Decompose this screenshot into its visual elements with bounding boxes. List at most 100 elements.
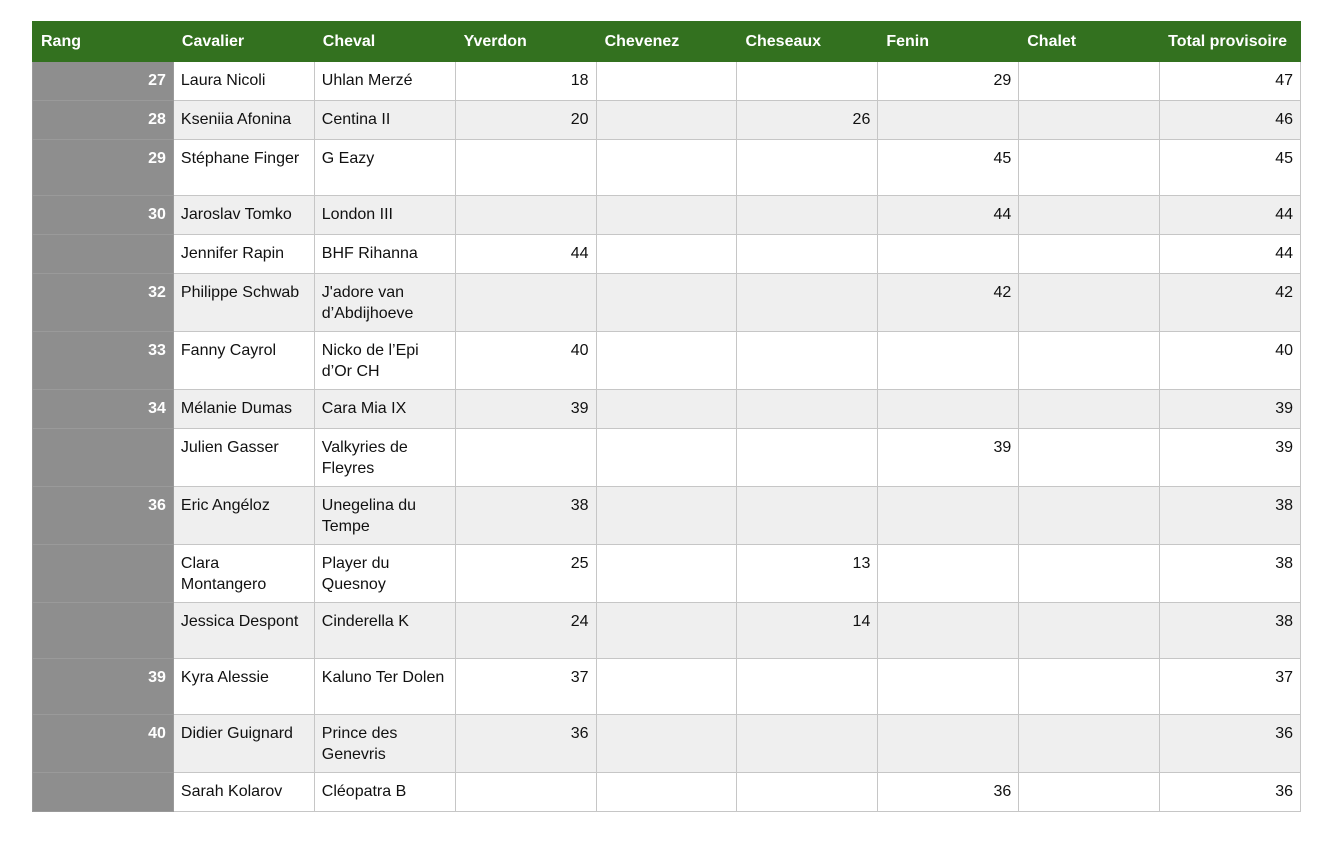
chalet-score-cell — [1018, 486, 1161, 545]
table-row: 40 Didier Guignard Prince des Genevris 36 36 — [32, 714, 1302, 773]
yverdon-score-cell — [454, 428, 597, 487]
chevenez-score-cell — [595, 772, 738, 812]
chalet-score-cell — [1018, 331, 1161, 390]
table-row: 28 Kseniia Afonina Centina II 20 26 46 — [32, 100, 1302, 140]
total-score-cell: 39 — [1159, 389, 1302, 429]
cheseaux-score-cell: 14 — [736, 602, 879, 659]
chevenez-score-cell — [595, 61, 738, 101]
header-cheval: Cheval — [313, 21, 456, 62]
cheseaux-score-cell — [736, 61, 879, 101]
chevenez-score-cell — [595, 100, 738, 140]
total-score-cell: 44 — [1159, 234, 1302, 274]
table-body: 27 Laura Nicoli Uhlan Merzé 18 29 47 28 Kseniia… — [32, 61, 1302, 812]
yverdon-score-cell — [454, 139, 597, 196]
chevenez-score-cell — [595, 544, 738, 603]
table-row: 39 Kyra Alessie Kaluno Ter Dolen 37 37 — [32, 658, 1302, 715]
table-row: Jessica Despont Cinderella K 24 14 38 — [32, 602, 1302, 659]
cheseaux-score-cell — [736, 234, 879, 274]
fenin-score-cell — [877, 602, 1020, 659]
table-row: 34 Mélanie Dumas Cara Mia IX 39 39 — [32, 389, 1302, 429]
fenin-score-cell — [877, 100, 1020, 140]
horse-cell: Valkyries de Fleyres — [313, 428, 456, 487]
chalet-score-cell — [1018, 234, 1161, 274]
cheseaux-score-cell — [736, 331, 879, 390]
rang-cell: 34 — [32, 389, 174, 429]
horse-cell: Uhlan Merzé — [313, 61, 456, 101]
total-score-cell: 38 — [1159, 486, 1302, 545]
rang-cell — [32, 428, 174, 487]
rang-cell: 30 — [32, 195, 174, 235]
total-score-cell: 36 — [1159, 772, 1302, 812]
total-score-cell: 37 — [1159, 658, 1302, 715]
chalet-score-cell — [1018, 61, 1161, 101]
total-score-cell: 39 — [1159, 428, 1302, 487]
rang-cell — [32, 602, 174, 659]
rider-cell: Mélanie Dumas — [172, 389, 315, 429]
chalet-score-cell — [1018, 772, 1161, 812]
horse-cell: London III — [313, 195, 456, 235]
chalet-score-cell — [1018, 273, 1161, 332]
rang-cell: 32 — [32, 273, 174, 332]
cheseaux-score-cell — [736, 658, 879, 715]
chalet-score-cell — [1018, 714, 1161, 773]
horse-cell: Centina II — [313, 100, 456, 140]
rider-cell: Kyra Alessie — [172, 658, 315, 715]
rider-cell: Kseniia Afonina — [172, 100, 315, 140]
total-score-cell: 40 — [1159, 331, 1302, 390]
horse-cell: Player du Quesnoy — [313, 544, 456, 603]
table-row: Clara Montangero Player du Quesnoy 25 13 38 — [32, 544, 1302, 603]
yverdon-score-cell — [454, 273, 597, 332]
rider-cell: Fanny Cayrol — [172, 331, 315, 390]
rider-cell: Jessica Despont — [172, 602, 315, 659]
cheseaux-score-cell — [736, 139, 879, 196]
table-header: Rang Cavalier Cheval Yverdon Chevenez Ch… — [32, 21, 1302, 62]
header-cavalier: Cavalier — [172, 21, 315, 62]
fenin-score-cell: 42 — [877, 273, 1020, 332]
fenin-score-cell: 45 — [877, 139, 1020, 196]
horse-cell: BHF Rihanna — [313, 234, 456, 274]
chalet-score-cell — [1018, 428, 1161, 487]
rider-cell: Jennifer Rapin — [172, 234, 315, 274]
rang-cell — [32, 772, 174, 812]
rider-cell: Eric Angéloz — [172, 486, 315, 545]
table-row: 36 Eric Angéloz Unegelina du Tempe 38 38 — [32, 486, 1302, 545]
table-row: 29 Stéphane Finger G Eazy 45 45 — [32, 139, 1302, 196]
horse-cell: Cara Mia IX — [313, 389, 456, 429]
chevenez-score-cell — [595, 195, 738, 235]
rang-cell: 29 — [32, 139, 174, 196]
header-cheseaux: Cheseaux — [736, 21, 879, 62]
total-score-cell: 45 — [1159, 139, 1302, 196]
yverdon-score-cell: 20 — [454, 100, 597, 140]
rang-cell: 27 — [32, 61, 174, 101]
cheseaux-score-cell — [736, 772, 879, 812]
fenin-score-cell: 29 — [877, 61, 1020, 101]
horse-cell: Cléopatra B — [313, 772, 456, 812]
cheseaux-score-cell — [736, 273, 879, 332]
table-row: Julien Gasser Valkyries de Fleyres 39 39 — [32, 428, 1302, 487]
table-row: Jennifer Rapin BHF Rihanna 44 44 — [32, 234, 1302, 274]
horse-cell: Unegelina du Tempe — [313, 486, 456, 545]
header-chevenez: Chevenez — [595, 21, 738, 62]
fenin-score-cell — [877, 486, 1020, 545]
chalet-score-cell — [1018, 100, 1161, 140]
rider-cell: Sarah Kolarov — [172, 772, 315, 812]
yverdon-score-cell: 25 — [454, 544, 597, 603]
cheseaux-score-cell — [736, 428, 879, 487]
chalet-score-cell — [1018, 195, 1161, 235]
chalet-score-cell — [1018, 389, 1161, 429]
chalet-score-cell — [1018, 544, 1161, 603]
fenin-score-cell — [877, 544, 1020, 603]
chevenez-score-cell — [595, 486, 738, 545]
rider-cell: Stéphane Finger — [172, 139, 315, 196]
yverdon-score-cell: 38 — [454, 486, 597, 545]
yverdon-score-cell — [454, 772, 597, 812]
fenin-score-cell: 36 — [877, 772, 1020, 812]
total-score-cell: 47 — [1159, 61, 1302, 101]
table-row: 27 Laura Nicoli Uhlan Merzé 18 29 47 — [32, 61, 1302, 101]
chalet-score-cell — [1018, 602, 1161, 659]
yverdon-score-cell: 40 — [454, 331, 597, 390]
yverdon-score-cell: 44 — [454, 234, 597, 274]
total-score-cell: 38 — [1159, 544, 1302, 603]
rang-cell — [32, 544, 174, 603]
cheseaux-score-cell: 26 — [736, 100, 879, 140]
